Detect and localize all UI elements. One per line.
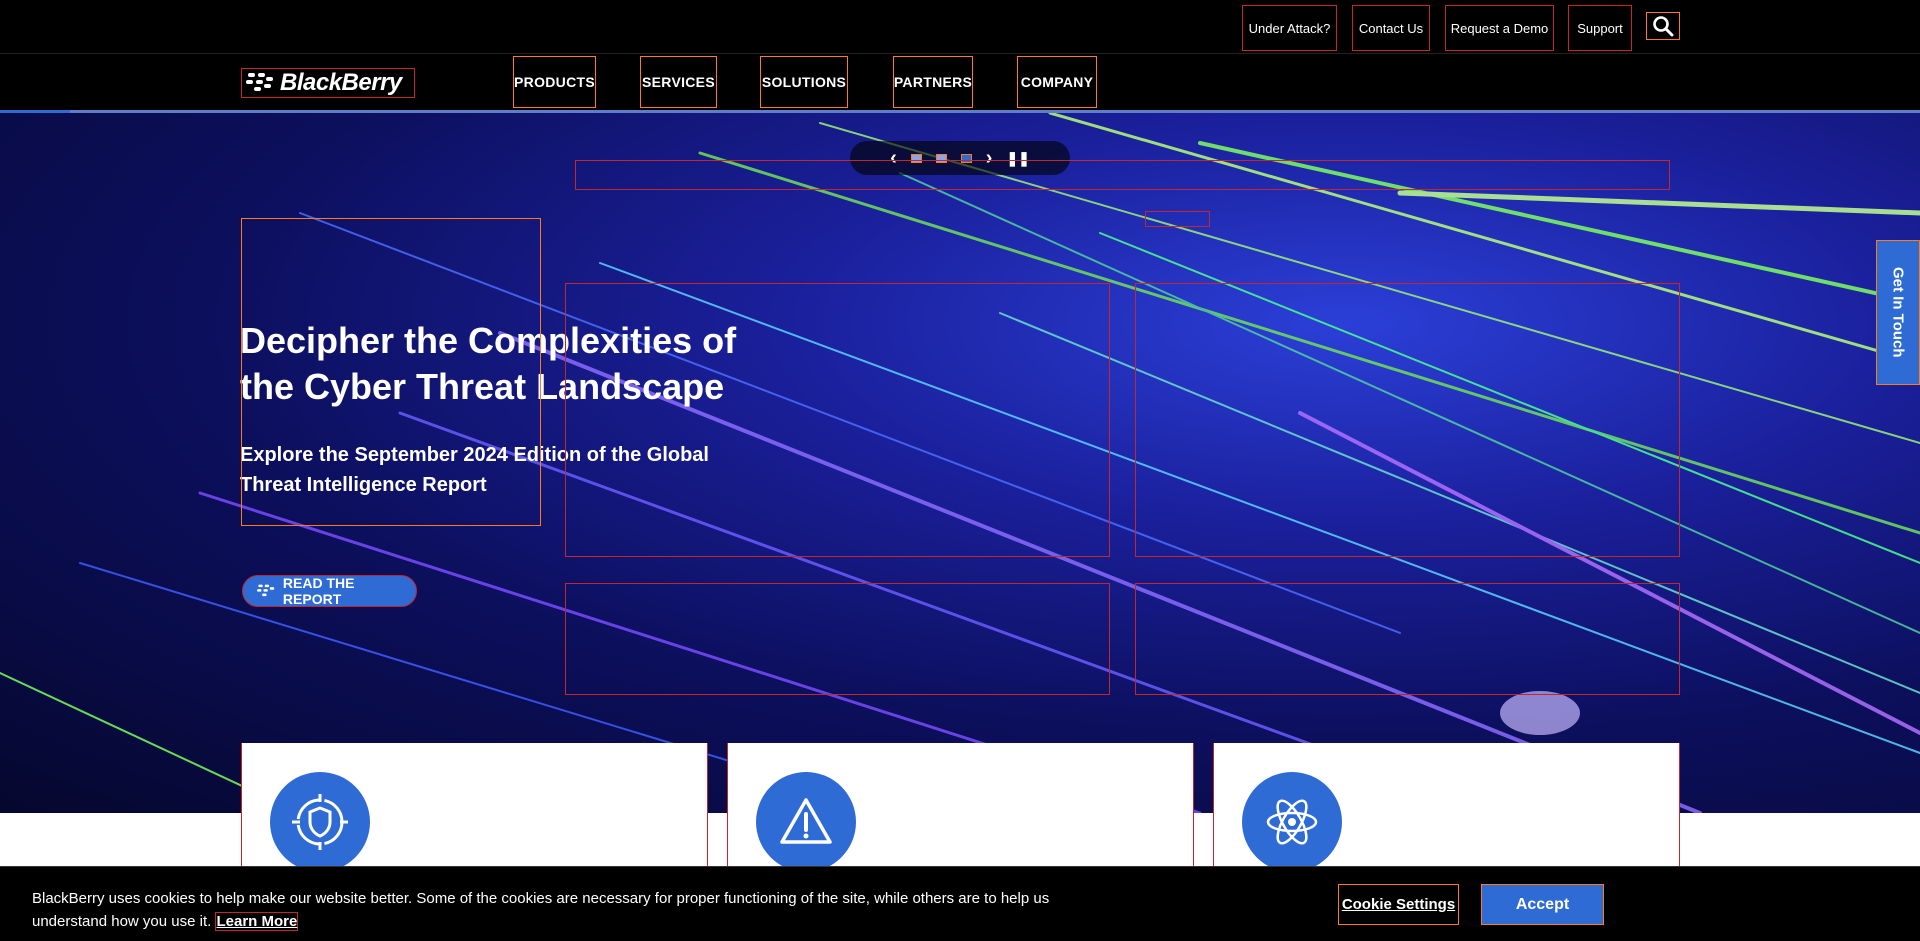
- cookie-text: BlackBerry uses cookies to help make our…: [32, 890, 1050, 930]
- nav-services-button[interactable]: SERVICES: [640, 56, 717, 108]
- warning-triangle-icon: [756, 772, 856, 872]
- get-in-touch-label: Get In Touch: [1889, 267, 1907, 358]
- hero-link-region[interactable]: [575, 160, 1670, 190]
- accept-cookies-button[interactable]: Accept: [1481, 884, 1604, 925]
- cookie-banner: BlackBerry uses cookies to help make our…: [0, 866, 1920, 941]
- hidden-link-panel-left[interactable]: [565, 283, 1110, 557]
- hidden-menu-region[interactable]: [241, 218, 541, 526]
- blackberry-mark-icon: [257, 584, 275, 597]
- hero-small-link[interactable]: [1145, 211, 1210, 227]
- logo-text: BlackBerry: [280, 69, 402, 96]
- read-report-label: READ THE REPORT: [282, 575, 355, 607]
- shield-target-icon: [270, 772, 370, 872]
- request-demo-link[interactable]: Request a Demo: [1445, 5, 1554, 51]
- nav-partners-button[interactable]: PARTNERS: [893, 56, 973, 108]
- blackberry-logo-link[interactable]: BlackBerry: [241, 68, 415, 98]
- hidden-link-box-left[interactable]: [565, 583, 1110, 695]
- utility-bar: Under Attack? Contact Us Request a Demo …: [0, 0, 1920, 54]
- cookie-settings-button[interactable]: Cookie Settings: [1338, 884, 1459, 925]
- atom-icon: [1242, 772, 1342, 872]
- under-attack-link[interactable]: Under Attack?: [1242, 5, 1337, 51]
- page: Under Attack? Contact Us Request a Demo …: [0, 0, 1920, 941]
- blackberry-logo-icon: [246, 73, 273, 91]
- support-link[interactable]: Support: [1568, 5, 1632, 51]
- contact-us-link[interactable]: Contact Us: [1352, 5, 1430, 51]
- open-search-button[interactable]: [1646, 12, 1680, 40]
- nav-solutions-button[interactable]: SOLUTIONS: [760, 56, 848, 108]
- cookie-message: BlackBerry uses cookies to help make our…: [32, 887, 1082, 933]
- read-report-button[interactable]: READ THE REPORT: [242, 575, 417, 607]
- search-icon: [1653, 16, 1674, 37]
- nav-company-button[interactable]: COMPANY: [1017, 56, 1097, 108]
- get-in-touch-tab[interactable]: Get In Touch: [1876, 240, 1920, 385]
- hidden-link-box-right[interactable]: [1135, 583, 1680, 695]
- hidden-link-panel-right[interactable]: [1135, 283, 1680, 557]
- learn-more-link[interactable]: Learn More: [215, 912, 299, 931]
- hero-banner: ‹ › ❚❚ Decipher the Complexities of the …: [0, 113, 1920, 813]
- nav-products-button[interactable]: PRODUCTS: [513, 56, 596, 108]
